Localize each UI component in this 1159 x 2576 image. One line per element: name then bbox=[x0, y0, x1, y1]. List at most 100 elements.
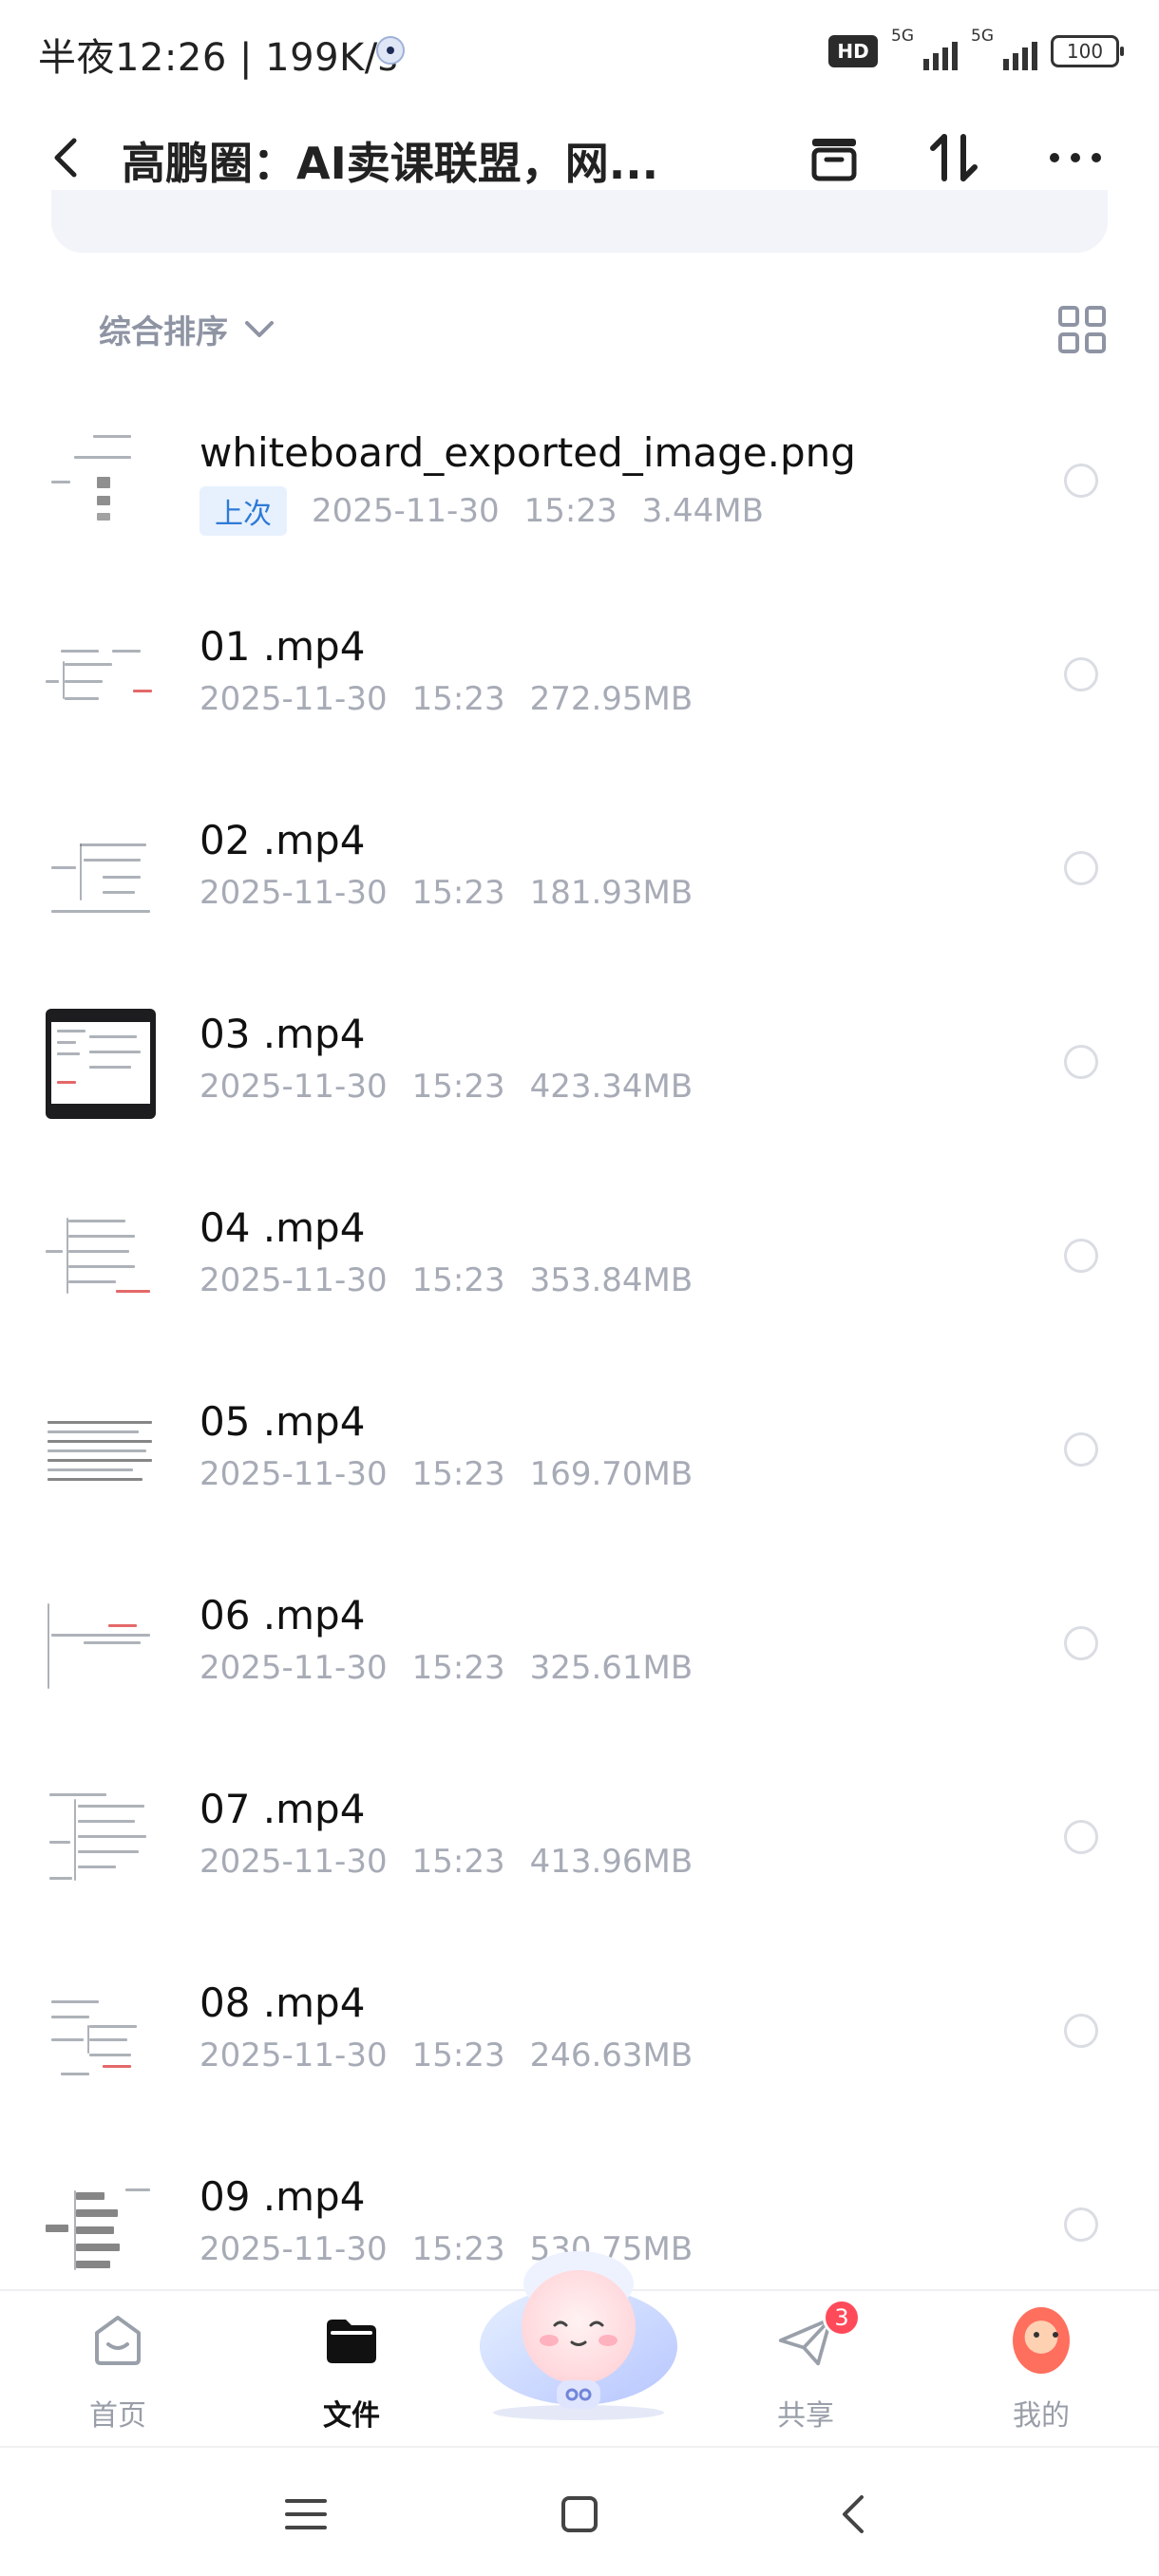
signal-icon: 5G bbox=[891, 27, 958, 70]
file-name: 01 .mp4 bbox=[200, 623, 366, 670]
select-radio[interactable] bbox=[1064, 1045, 1098, 1079]
file-row[interactable]: 01 .mp4 2025-11-30 15:23 272.95MB bbox=[0, 589, 1159, 783]
file-row[interactable]: 06 .mp4 2025-11-30 15:23 325.61MB bbox=[0, 1558, 1159, 1752]
nav-files[interactable]: 文件 bbox=[276, 2302, 428, 2445]
file-date: 2025-11-30 bbox=[200, 874, 388, 912]
square-icon bbox=[561, 2496, 598, 2532]
file-size: 181.93MB bbox=[529, 874, 694, 912]
home-button[interactable] bbox=[551, 2486, 608, 2543]
status-bar: 半夜12:26 | 199K/s HD 5G 5G 100 bbox=[0, 0, 1159, 104]
sort-dropdown[interactable]: 综合排序 bbox=[99, 306, 228, 352]
recent-apps-button[interactable] bbox=[277, 2486, 334, 2543]
file-size: 169.70MB bbox=[529, 1455, 694, 1493]
chevron-down-icon[interactable] bbox=[243, 313, 276, 346]
file-meta: 上次 2025-11-30 15:23 3.44MB bbox=[200, 486, 764, 536]
nav-home[interactable]: 首页 bbox=[42, 2302, 194, 2445]
select-radio[interactable] bbox=[1064, 1239, 1098, 1273]
file-time: 15:23 bbox=[411, 1068, 505, 1106]
file-size: 246.63MB bbox=[529, 2036, 694, 2074]
select-radio[interactable] bbox=[1064, 2014, 1098, 2048]
file-name: 04 .mp4 bbox=[200, 1204, 366, 1251]
file-thumbnail bbox=[46, 621, 156, 731]
select-radio[interactable] bbox=[1064, 2207, 1098, 2242]
file-meta: 2025-11-30 15:23 169.70MB bbox=[200, 1455, 693, 1493]
file-name: 06 .mp4 bbox=[200, 1592, 366, 1638]
file-meta: 2025-11-30 15:23 246.63MB bbox=[200, 2036, 693, 2074]
menu-icon bbox=[285, 2499, 327, 2529]
file-date: 2025-11-30 bbox=[200, 1261, 388, 1299]
file-size: 272.95MB bbox=[529, 680, 694, 718]
nav-share[interactable]: 3 共享 bbox=[730, 2299, 882, 2445]
select-radio[interactable] bbox=[1064, 1626, 1098, 1660]
more-button[interactable] bbox=[1041, 123, 1110, 192]
status-indicators: HD 5G 5G 100 bbox=[828, 27, 1124, 70]
more-icon bbox=[1050, 153, 1101, 162]
file-date: 2025-11-30 bbox=[200, 1649, 388, 1687]
folder-icon bbox=[323, 2312, 380, 2369]
archive-button[interactable] bbox=[800, 123, 868, 192]
nav-mine-label: 我的 bbox=[1013, 2399, 1070, 2433]
system-back-button[interactable] bbox=[825, 2486, 882, 2543]
signal-label: 5G bbox=[971, 27, 994, 46]
select-radio[interactable] bbox=[1064, 1432, 1098, 1467]
file-thumbnail bbox=[46, 1396, 156, 1506]
status-time: 半夜12:26 | 199K/s bbox=[38, 36, 399, 80]
file-meta: 2025-11-30 15:23 181.93MB bbox=[200, 874, 693, 912]
file-name: whiteboard_exported_image.png bbox=[200, 429, 856, 476]
file-time: 15:23 bbox=[411, 1261, 505, 1299]
sort-button[interactable] bbox=[920, 123, 988, 192]
file-date: 2025-11-30 bbox=[200, 1068, 388, 1106]
archive-icon bbox=[811, 139, 857, 181]
file-name: 07 .mp4 bbox=[200, 1786, 366, 1832]
back-triangle-icon bbox=[843, 2495, 864, 2533]
file-row[interactable]: 07 .mp4 2025-11-30 15:23 413.96MB bbox=[0, 1752, 1159, 1945]
file-date: 2025-11-30 bbox=[200, 1843, 388, 1881]
file-name: 05 .mp4 bbox=[200, 1398, 366, 1445]
grid-view-icon[interactable] bbox=[1058, 306, 1106, 353]
share-badge: 3 bbox=[823, 2299, 861, 2337]
file-time: 15:23 bbox=[411, 874, 505, 912]
mascot-icon bbox=[480, 2251, 677, 2420]
file-date: 2025-11-30 bbox=[312, 492, 500, 530]
nav-share-label: 共享 bbox=[777, 2399, 834, 2433]
file-size: 325.61MB bbox=[529, 1649, 694, 1687]
file-date: 2025-11-30 bbox=[200, 680, 388, 718]
assistant-mascot-button[interactable] bbox=[473, 2232, 684, 2422]
file-list: whiteboard_exported_image.png 上次 2025-11… bbox=[0, 395, 1159, 2333]
back-icon bbox=[54, 138, 77, 178]
file-size: 413.96MB bbox=[529, 1843, 694, 1881]
file-row[interactable]: 04 .mp4 2025-11-30 15:23 353.84MB bbox=[0, 1170, 1159, 1364]
file-thumbnail bbox=[46, 815, 156, 925]
file-time: 15:23 bbox=[411, 1649, 505, 1687]
select-radio[interactable] bbox=[1064, 1820, 1098, 1854]
file-time: 15:23 bbox=[411, 2036, 505, 2074]
file-time: 15:23 bbox=[523, 492, 618, 530]
file-thumbnail bbox=[46, 1009, 156, 1119]
nav-mine[interactable]: 我的 bbox=[965, 2302, 1117, 2445]
file-row[interactable]: 03 .mp4 2025-11-30 15:23 423.34MB bbox=[0, 976, 1159, 1170]
home-icon bbox=[89, 2312, 146, 2369]
file-thumbnail bbox=[46, 2171, 156, 2282]
file-date: 2025-11-30 bbox=[200, 2230, 388, 2268]
nav-files-label: 文件 bbox=[323, 2399, 380, 2433]
file-row[interactable]: 02 .mp4 2025-11-30 15:23 181.93MB bbox=[0, 783, 1159, 976]
system-nav-bar bbox=[0, 2446, 1159, 2576]
file-thumbnail bbox=[46, 1590, 156, 1700]
signal-icon: 5G bbox=[971, 27, 1037, 70]
search-bar[interactable] bbox=[51, 190, 1108, 253]
file-time: 15:23 bbox=[411, 1455, 505, 1493]
notification-icon bbox=[376, 36, 405, 65]
file-row[interactable]: 08 .mp4 2025-11-30 15:23 246.63MB bbox=[0, 1945, 1159, 2139]
file-thumbnail bbox=[46, 427, 156, 538]
file-name: 02 .mp4 bbox=[200, 817, 366, 863]
file-row[interactable]: whiteboard_exported_image.png 上次 2025-11… bbox=[0, 395, 1159, 589]
select-radio[interactable] bbox=[1064, 464, 1098, 498]
select-radio[interactable] bbox=[1064, 851, 1098, 885]
select-radio[interactable] bbox=[1064, 657, 1098, 691]
back-button[interactable] bbox=[38, 129, 95, 186]
sort-icon bbox=[930, 134, 978, 181]
file-meta: 2025-11-30 15:23 353.84MB bbox=[200, 1261, 693, 1299]
file-meta: 2025-11-30 15:23 413.96MB bbox=[200, 1843, 693, 1881]
avatar-icon bbox=[1013, 2307, 1070, 2374]
file-row[interactable]: 05 .mp4 2025-11-30 15:23 169.70MB bbox=[0, 1364, 1159, 1558]
